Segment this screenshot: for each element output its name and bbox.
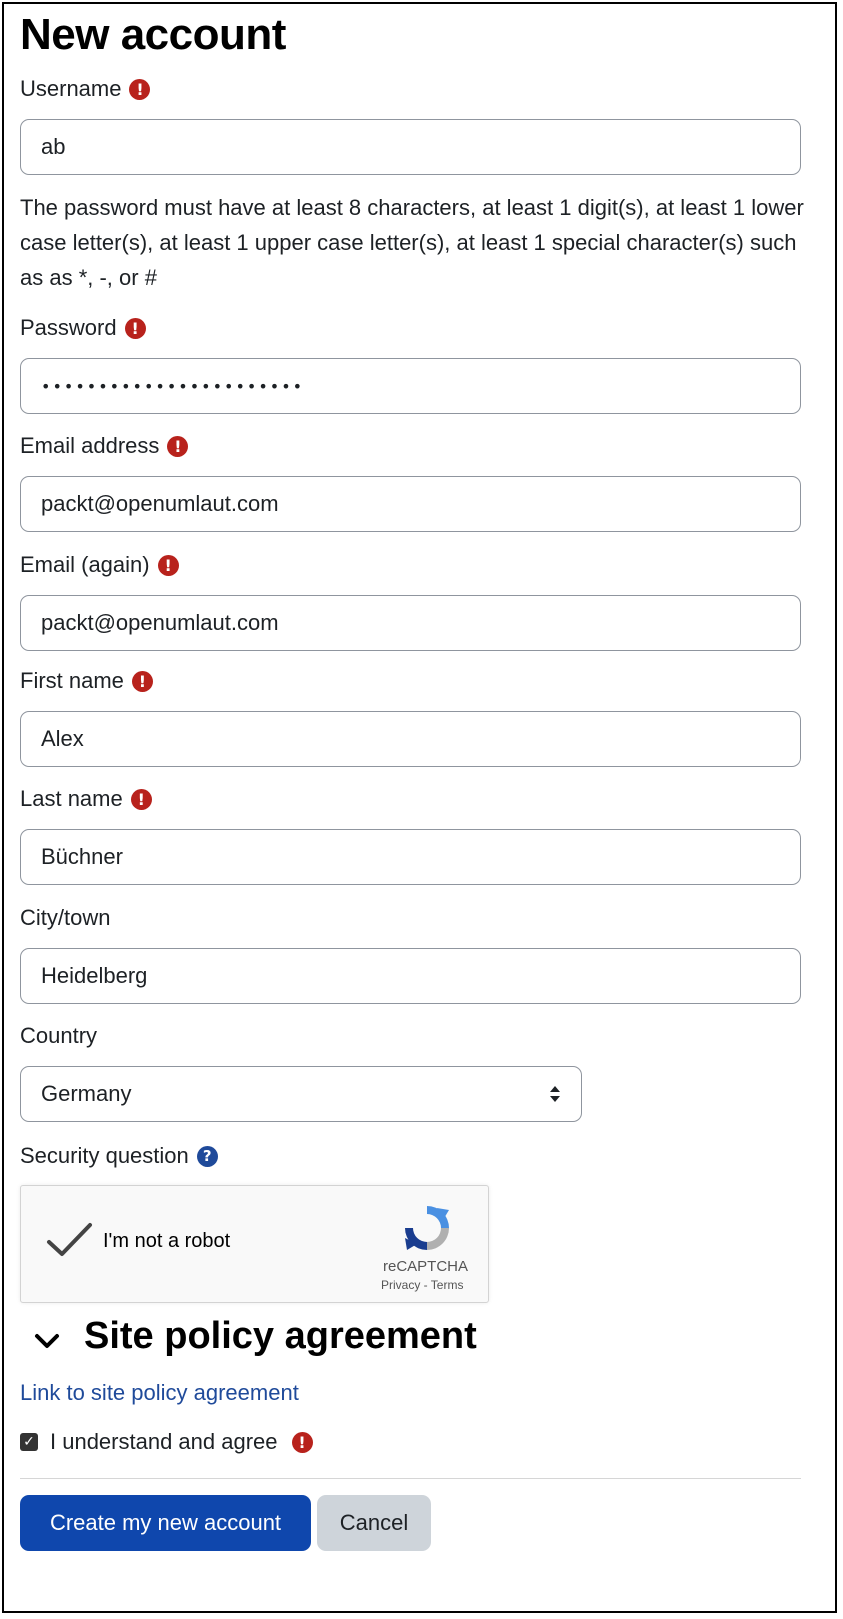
city-label: City/town	[20, 902, 110, 934]
required-icon[interactable]: !	[124, 317, 146, 339]
country-label: Country	[20, 1020, 97, 1052]
site-policy-section-title[interactable]: Site policy agreement	[84, 1315, 477, 1358]
required-icon[interactable]: !	[131, 670, 153, 692]
captcha-checkmark-icon[interactable]	[45, 1220, 95, 1260]
divider	[20, 1478, 801, 1479]
security-question-label-text: Security question	[20, 1143, 189, 1168]
last-name-input[interactable]: Büchner	[20, 829, 801, 885]
agree-label: I understand and agree	[50, 1429, 278, 1454]
country-label-text: Country	[20, 1023, 98, 1048]
first-name-label: First name !	[20, 665, 153, 697]
captcha-label: I'm not a robot	[103, 1230, 231, 1252]
recaptcha-logo-icon	[401, 1202, 453, 1254]
username-input[interactable]: ab	[20, 119, 801, 175]
last-name-label-text: Last name	[20, 786, 123, 811]
first-name-input[interactable]: Alex	[20, 711, 801, 767]
username-label: Username !	[20, 73, 151, 105]
create-account-button[interactable]: Create my new account	[20, 1495, 311, 1551]
cancel-button[interactable]: Cancel	[317, 1495, 431, 1551]
first-name-label-text: First name	[20, 668, 124, 693]
recaptcha-privacy-terms-links[interactable]: Privacy - Terms	[381, 1278, 463, 1292]
required-icon[interactable]: !	[130, 788, 152, 810]
email-again-label-text: Email (again)	[20, 552, 150, 577]
agree-checkbox-row[interactable]: ✓ I understand and agree !	[20, 1429, 313, 1455]
last-name-label: Last name !	[20, 783, 152, 815]
recaptcha-widget: I'm not a robot reCAPTCHA Privacy - Term…	[20, 1185, 489, 1303]
password-label-text: Password	[20, 315, 117, 340]
select-arrows-icon	[549, 1085, 561, 1103]
agree-checkbox[interactable]: ✓	[20, 1433, 38, 1451]
page-title: New account	[20, 10, 286, 59]
required-icon[interactable]: !	[167, 435, 189, 457]
email-label-text: Email address	[20, 433, 160, 458]
password-input[interactable]: •••••••••••••••••••••••	[20, 358, 801, 414]
recaptcha-brand-text: reCAPTCHA	[383, 1258, 469, 1275]
email-input[interactable]: packt@openumlaut.com	[20, 476, 801, 532]
required-icon[interactable]: !	[291, 1431, 313, 1453]
signup-page: New account Username ! ab The password m…	[2, 2, 837, 1613]
site-policy-link[interactable]: Link to site policy agreement	[20, 1380, 299, 1406]
email-again-label: Email (again) !	[20, 549, 179, 581]
required-icon[interactable]: !	[129, 78, 151, 100]
required-icon[interactable]: !	[157, 554, 179, 576]
country-select[interactable]: Germany	[20, 1066, 582, 1122]
country-select-value: Germany	[41, 1081, 132, 1106]
password-label: Password !	[20, 312, 146, 344]
chevron-down-icon[interactable]	[32, 1322, 62, 1360]
username-label-text: Username	[20, 76, 122, 101]
security-question-label: Security question ?	[20, 1140, 218, 1172]
city-input[interactable]: Heidelberg	[20, 948, 801, 1004]
help-icon[interactable]: ?	[196, 1145, 218, 1167]
email-label: Email address !	[20, 430, 189, 462]
city-label-text: City/town	[20, 905, 111, 930]
password-requirements-text: The password must have at least 8 charac…	[20, 195, 804, 290]
email-again-input[interactable]: packt@openumlaut.com	[20, 595, 801, 651]
